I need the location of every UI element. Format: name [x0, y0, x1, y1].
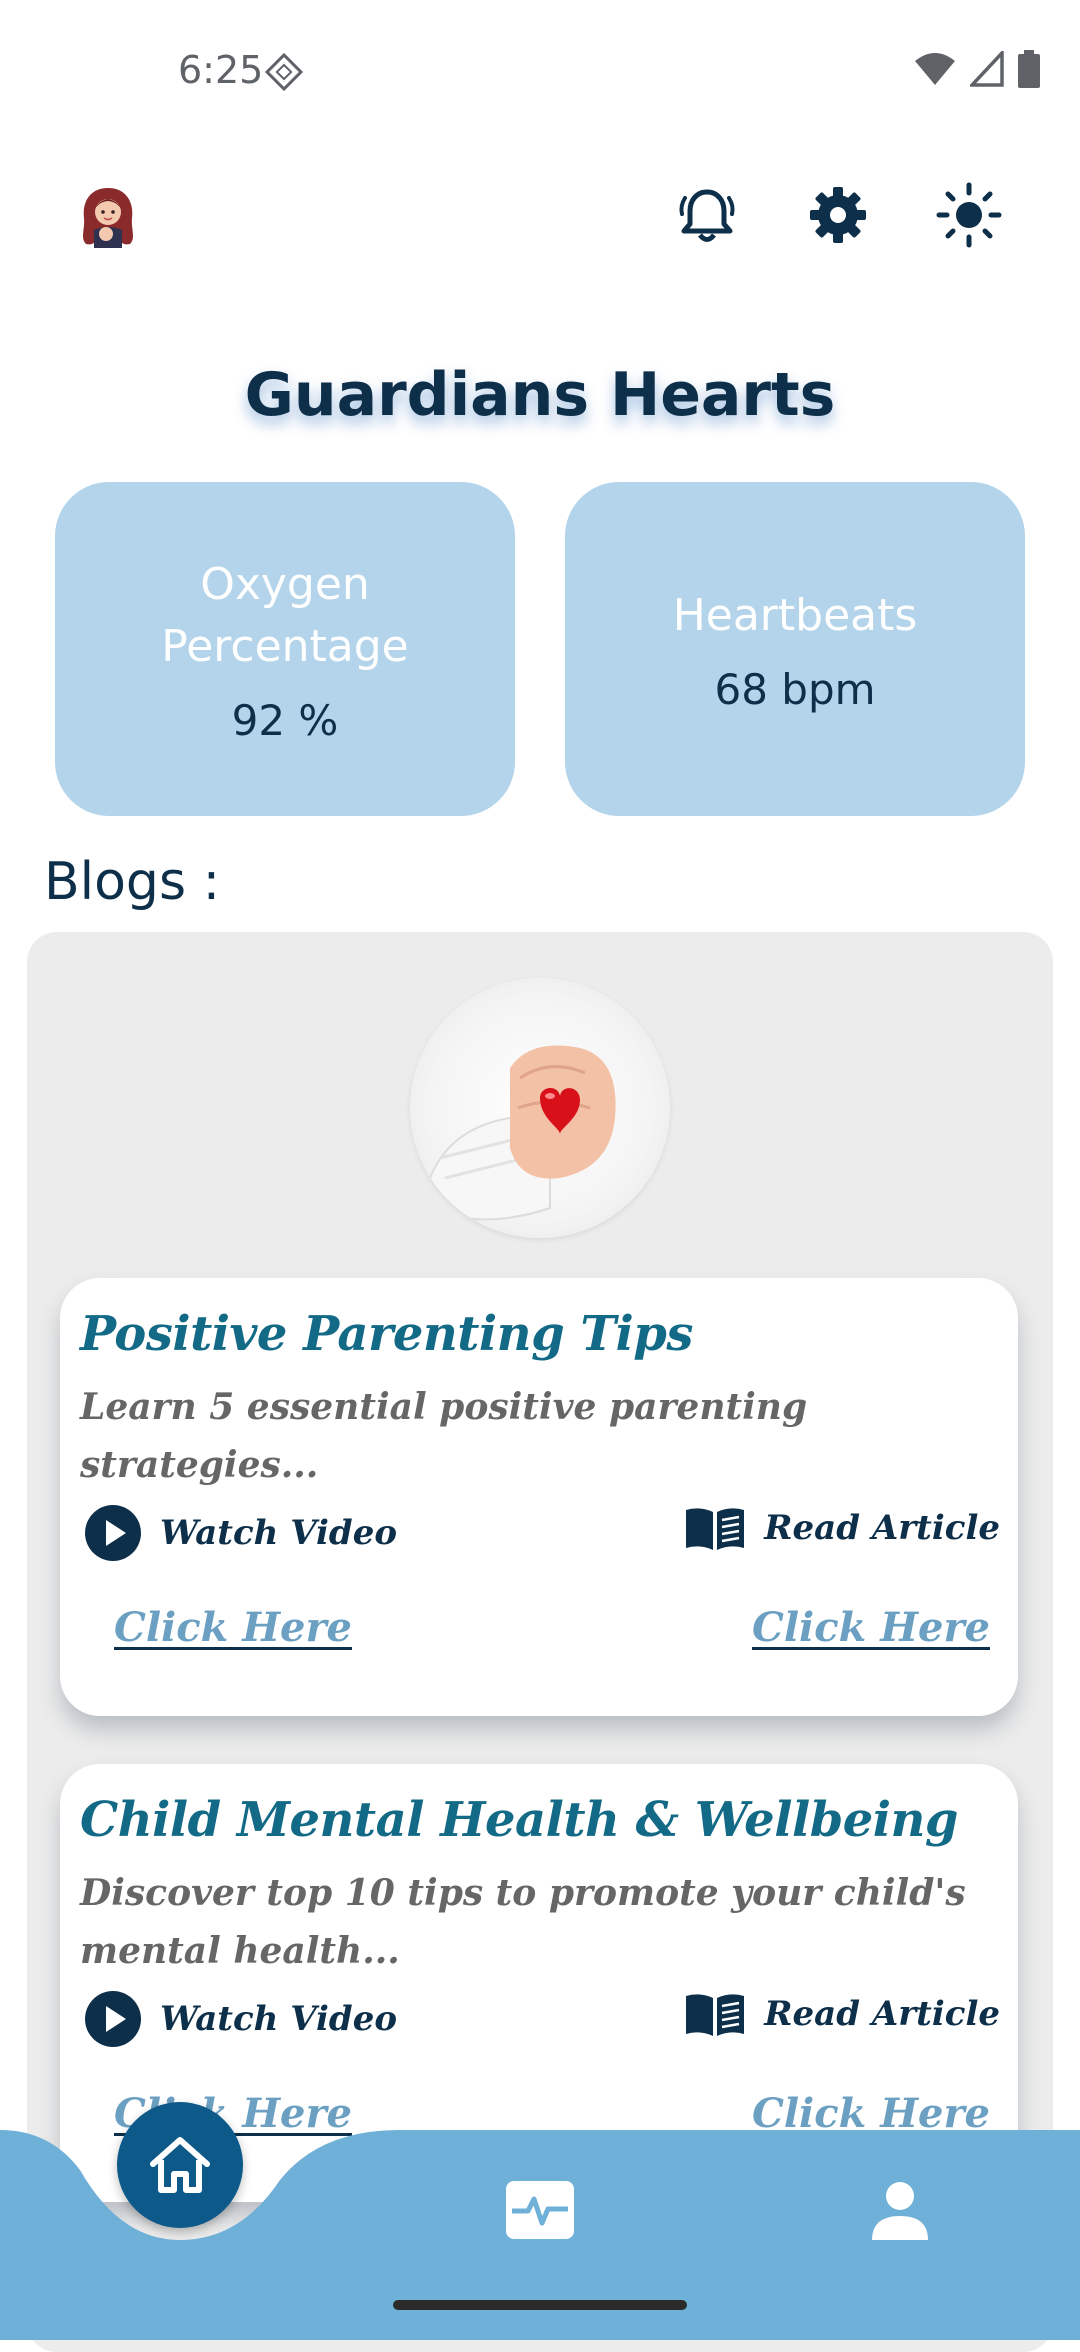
oxygen-value: 92 %: [231, 695, 339, 745]
battery-icon: [1018, 50, 1040, 88]
blog-hero-image: [410, 978, 670, 1238]
read-article-label: Read Article: [764, 1508, 1000, 1548]
watch-video-label: Watch Video: [160, 1513, 398, 1553]
blog-title: Positive Parenting Tips: [80, 1306, 693, 1362]
oxygen-card: Oxygen Percentage 92 %: [55, 482, 515, 816]
read-article-action[interactable]: Read Article: [684, 1504, 1000, 1552]
watch-video-action[interactable]: Watch Video: [84, 1504, 397, 1562]
person-icon[interactable]: [860, 2170, 940, 2250]
watch-video-label: Watch Video: [160, 1999, 398, 2039]
heart-rate-icon[interactable]: [500, 2170, 580, 2250]
watch-video-action[interactable]: Watch Video: [84, 1990, 397, 2048]
gesture-bar[interactable]: [393, 2300, 687, 2310]
read-article-link[interactable]: Click Here: [752, 1604, 990, 1651]
bell-icon[interactable]: [672, 180, 742, 250]
play-circle-icon: [85, 1505, 141, 1561]
gear-icon[interactable]: [803, 180, 873, 250]
oxygen-label: Oxygen Percentage: [161, 558, 409, 672]
heartbeat-card: Heartbeats 68 bpm: [565, 482, 1025, 816]
status-icons: [914, 50, 1040, 88]
watch-video-link[interactable]: Click Here: [114, 1604, 352, 1651]
blog-description: Learn 5 essential positive parenting str…: [80, 1386, 808, 1486]
blog-title: Child Mental Health & Wellbeing: [80, 1792, 958, 1848]
book-icon: [686, 1508, 745, 1550]
heartbeat-value: 68 bpm: [714, 664, 876, 714]
notification-diamond-icon: [264, 52, 304, 97]
heartbeat-label: Heartbeats: [672, 589, 918, 641]
book-icon: [686, 1994, 745, 2036]
app-title: Guardians Hearts: [244, 360, 836, 430]
home-icon[interactable]: [117, 2102, 243, 2228]
blog-card: Positive Parenting Tips Learn 5 essentia…: [60, 1278, 1018, 1716]
signal-icon: [970, 51, 1004, 87]
status-time: 6:25: [178, 48, 264, 92]
sun-icon[interactable]: [934, 180, 1004, 250]
play-circle-icon: [85, 1991, 141, 2047]
blog-description: Discover top 10 tips to promote your chi…: [80, 1872, 966, 1972]
status-bar: 6:25: [0, 0, 1080, 140]
blogs-heading: Blogs :: [44, 852, 221, 912]
read-article-label: Read Article: [764, 1994, 1000, 2034]
avatar[interactable]: [76, 184, 140, 248]
read-article-action[interactable]: Read Article: [684, 1990, 1000, 2038]
wifi-icon: [915, 53, 955, 85]
